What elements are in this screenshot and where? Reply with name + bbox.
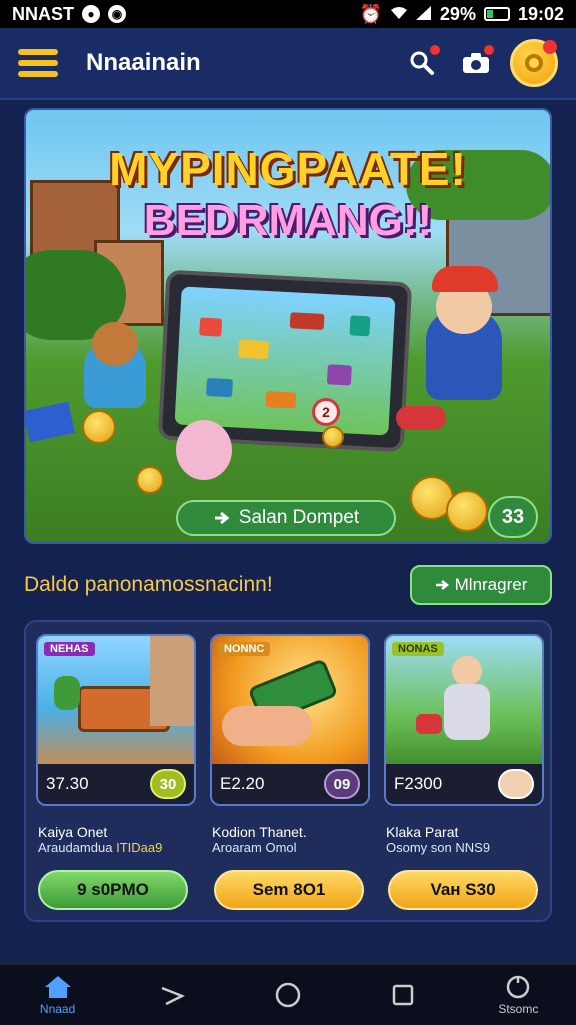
coin-button[interactable] <box>510 39 558 87</box>
offers-panel: NEHAS 37.30 30 Kaiya Onet Araudamdua ITI… <box>24 620 552 922</box>
wifi-icon <box>390 4 408 25</box>
offer-text: Klaka Parat Osomy son NNS9 <box>386 824 556 856</box>
avatar <box>498 769 534 799</box>
nav-home[interactable]: Nnaad <box>18 974 98 1016</box>
section-action-button[interactable]: Mlnragrer <box>410 565 552 605</box>
arrow-icon <box>435 580 449 590</box>
section-header: Daldo panonamossnacinn! Mlnragrer <box>24 564 552 606</box>
offer-count: 30 <box>150 769 186 799</box>
character-illustration <box>176 420 232 480</box>
nav-recents[interactable] <box>363 983 443 1007</box>
offer-highlight: ITIDaa9 <box>116 840 163 855</box>
price-bar: E2.20 09 <box>212 764 368 804</box>
status-bar: NNAST ● ◉ ⏰ 29% 19:02 <box>0 0 576 28</box>
offer-title: Kaiya Onet <box>38 824 108 840</box>
arrow-icon <box>214 511 230 525</box>
back-icon <box>161 986 185 1006</box>
recents-icon <box>392 984 414 1006</box>
offer-title: Klaka Parat <box>386 824 459 840</box>
carrier-label: NNAST <box>12 3 74 24</box>
section-title: Daldo panonamossnacinn! <box>24 573 273 596</box>
offer-subtitle: Araudamdua <box>38 840 113 855</box>
notification-badge <box>543 40 557 54</box>
hero-count-badge[interactable]: 33 <box>488 496 538 538</box>
notification-badge <box>430 45 440 55</box>
app-bar: Nnaainain <box>0 28 576 100</box>
app-title: Nnaainain <box>86 49 201 76</box>
home-icon <box>44 976 71 998</box>
battery-percent: 29% <box>439 3 476 24</box>
offer-count: 09 <box>324 769 360 799</box>
hero-cta-label: Salan Dompet <box>238 507 360 528</box>
coin-illustration <box>446 490 488 532</box>
notification-icon: ● <box>82 5 100 23</box>
coin-illustration <box>82 410 116 444</box>
price-bar: F2300 <box>386 764 542 804</box>
offer-buy-button[interactable]: Sem 8O1 <box>214 870 364 910</box>
coin-icon <box>525 54 543 72</box>
price-bar: 37.30 30 <box>38 764 194 804</box>
camera-icon <box>463 53 489 73</box>
offer-buy-button[interactable]: Vaн S30 <box>388 870 538 910</box>
hero-title: MYPINGPAATE! <box>109 143 467 195</box>
offer-price: F2300 <box>394 774 443 793</box>
offer-title: Kodion Thanet. <box>212 824 307 840</box>
notification-badge <box>484 45 494 55</box>
nav-settings-label: Stsomc <box>498 1002 539 1016</box>
offer-subtitle: Aroaram Omol <box>212 840 297 855</box>
settings-icon <box>507 975 530 999</box>
offer-tag: NONNC <box>218 642 271 656</box>
number-badge: 2 <box>312 398 340 426</box>
offer-text: Kodion Thanet. Aroaram Omol <box>212 824 382 856</box>
toy-illustration <box>396 406 446 430</box>
nav-home-label: Nnaad <box>39 1002 76 1016</box>
offer-price: 37.30 <box>46 774 89 793</box>
hero-cta-button[interactable]: Salan Dompet <box>176 500 396 536</box>
offer-text: Kaiya Onet Araudamdua ITIDaa9 <box>38 824 208 856</box>
block-illustration <box>26 401 75 443</box>
signal-icon <box>415 4 432 25</box>
coin-illustration <box>322 426 344 448</box>
home-circle-icon <box>275 982 301 1008</box>
camera-button[interactable] <box>456 43 496 83</box>
bottom-nav: Nnaad Stsomc <box>0 964 576 1025</box>
search-button[interactable] <box>402 43 442 83</box>
nav-settings[interactable]: Stsomc <box>478 974 558 1016</box>
nav-home-circle[interactable] <box>248 981 328 1009</box>
nav-back[interactable] <box>133 984 213 1006</box>
offer-subtitle: Osomy son <box>386 840 452 855</box>
coin-illustration <box>136 466 164 494</box>
offer-tag: NONAS <box>392 642 444 656</box>
offer-tag: NEHAS <box>44 642 95 656</box>
hero-banner[interactable]: MYPINGPAATE! BEDRMANG!! 2 Salan Dompet 3… <box>24 108 552 544</box>
offer-card[interactable]: NONNC E2.20 09 <box>210 634 370 806</box>
menu-icon[interactable] <box>18 43 58 83</box>
offer-highlight: NNS9 <box>455 840 491 855</box>
offer-card[interactable]: NONAS F2300 <box>384 634 544 806</box>
character-illustration <box>92 322 138 366</box>
alarm-icon: ⏰ <box>359 3 382 24</box>
offer-card[interactable]: NEHAS 37.30 30 <box>36 634 196 806</box>
clock: 19:02 <box>517 3 564 24</box>
hat-illustration <box>432 266 498 292</box>
notification-icon: ◉ <box>108 5 126 23</box>
battery-icon <box>483 7 510 21</box>
offer-buy-button[interactable]: 9 s0PMO <box>38 870 188 910</box>
offer-price: E2.20 <box>220 774 265 793</box>
section-action-label: Mlnragrer <box>454 575 528 594</box>
hero-subtitle: BEDRMANG!! <box>143 196 433 245</box>
